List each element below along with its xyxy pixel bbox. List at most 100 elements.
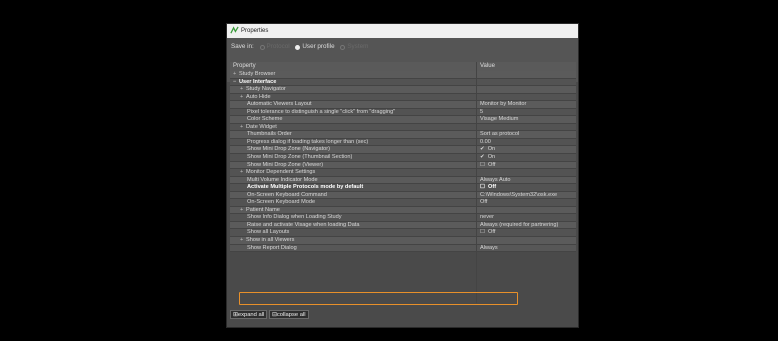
property-name: Raise and activate Visage when loading D… [247, 222, 359, 230]
property-row[interactable]: Activate Multiple Protocols mode by defa… [230, 184, 576, 192]
property-label: Study Browser [239, 71, 276, 77]
property-value[interactable]: Off [480, 199, 487, 207]
property-label: Show Info Dialog when Loading Study [247, 214, 342, 221]
property-name: + Study Browser [233, 71, 275, 79]
property-row[interactable]: Raise and activate Visage when loading D… [230, 221, 576, 230]
property-value[interactable]: ☐ Off [480, 184, 496, 192]
checkbox-unchecked-icon[interactable]: ☐ [480, 229, 485, 235]
property-row[interactable]: Progress dialog if loading takes longer … [230, 138, 576, 147]
property-row[interactable]: + Show in all Viewers [230, 237, 576, 245]
checkbox-unchecked-icon[interactable]: ☐ [480, 162, 485, 168]
property-value[interactable]: Visage Medium [480, 116, 518, 124]
column-divider[interactable] [476, 62, 477, 303]
checkbox-checked-icon[interactable]: ✔ [480, 154, 485, 160]
property-label: Show Mini Drop Zone (Navigator) [247, 146, 331, 153]
expand-all-button[interactable]: ⊞expand all [230, 310, 268, 319]
property-row[interactable]: On-Screen Keyboard Command C:\Windows\Sys… [230, 191, 576, 200]
property-row[interactable]: + Auto Hide [230, 93, 576, 102]
property-label: Study Navigator [246, 86, 286, 93]
property-row[interactable]: Automatic Viewers Layout Monitor by Monit… [230, 101, 576, 109]
property-name: Automatic Viewers Layout [247, 101, 312, 109]
property-value[interactable]: ☐ Off [480, 162, 495, 170]
property-label: Automatic Viewers Layout [247, 101, 312, 108]
value-text: Off [480, 199, 488, 206]
property-name: Show Report Dialog [247, 245, 297, 253]
value-text: Visage Medium [480, 116, 519, 123]
radio-user-profile[interactable] [295, 44, 301, 50]
value-text: never [480, 214, 494, 221]
property-row[interactable]: Show all Layouts ☐ Off [230, 229, 576, 238]
radio-user-profile-label[interactable]: User profile [302, 43, 334, 51]
property-label: Progress dialog if loading takes longer … [247, 138, 369, 145]
property-row[interactable]: + Patient Name [230, 206, 576, 215]
property-name: + Study Navigator [240, 86, 286, 94]
property-name: On-Screen Keyboard Command [247, 192, 327, 200]
property-name: Multi Volume Indicator Mode [247, 177, 318, 185]
title-bar[interactable]: Properties [227, 24, 578, 38]
property-value[interactable]: 0.00 [480, 139, 491, 147]
save-in-label: Save in: [231, 43, 254, 50]
property-value[interactable]: C:\Windows\System32\osk.exe [480, 192, 557, 200]
value-text: Always (required for partnering) [480, 221, 559, 228]
property-value[interactable]: ✔ On [480, 146, 495, 154]
property-label: Activate Multiple Protocols mode by defa… [247, 184, 364, 191]
property-value[interactable]: Sort as protocol [480, 131, 519, 139]
property-value[interactable]: ✔ On [480, 154, 495, 162]
radio-system [340, 44, 346, 50]
property-value[interactable]: Always [480, 245, 498, 253]
collapse-all-button[interactable]: ⊟collapse all [269, 310, 309, 319]
property-label: Patient Name [246, 206, 280, 213]
property-row[interactable]: Show Mini Drop Zone (Viewer) ☐ Off [230, 161, 576, 170]
grid-header: Property Value [230, 62, 576, 71]
column-value-header[interactable]: Value [480, 63, 495, 70]
checkbox-checked-icon[interactable]: ✔ [480, 146, 485, 152]
value-text: On [487, 146, 496, 153]
property-row[interactable]: − User Interface [230, 78, 576, 87]
property-name: + Monitor Dependent Settings [240, 169, 315, 177]
property-row[interactable]: + Monitor Dependent Settings [230, 169, 576, 177]
property-row[interactable]: Pixel tolerance to distinguish a single … [230, 108, 576, 117]
property-value[interactable]: ☐ Off [480, 229, 495, 237]
property-label: User Interface [239, 78, 277, 85]
property-label: Pixel tolerance to distinguish a single … [247, 108, 396, 115]
property-value[interactable]: Monitor by Monitor [480, 101, 526, 109]
value-text: Off [488, 161, 496, 168]
property-name: Show Mini Drop Zone (Navigator) [247, 146, 330, 154]
property-value[interactable]: never [480, 214, 494, 222]
property-row[interactable]: Show Mini Drop Zone (Thumbnail Section) ✔… [230, 154, 576, 162]
property-name: Show Mini Drop Zone (Thumbnail Section) [247, 154, 352, 162]
property-row[interactable]: + Study Navigator [230, 86, 576, 94]
property-row[interactable]: Color Scheme Visage Medium [230, 116, 576, 124]
value-text: Sort as protocol [480, 131, 520, 138]
property-name: + Show in all Viewers [240, 237, 294, 245]
radio-protocol [259, 44, 265, 50]
property-name: On-Screen Keyboard Mode [247, 199, 315, 207]
property-row[interactable]: + Study Browser [230, 71, 576, 79]
property-row[interactable]: Thumbnails Order Sort as protocol [230, 131, 576, 139]
property-name: Show Mini Drop Zone (Viewer) [247, 162, 323, 170]
property-row[interactable]: Multi Volume Indicator Mode Always Auto [230, 176, 576, 185]
property-label: Thumbnails Order [247, 131, 292, 138]
collapse-all-label: collapse all [276, 312, 306, 318]
column-property-header[interactable]: Property [233, 63, 256, 70]
property-label: Show in all Viewers [246, 237, 295, 244]
property-label: On-Screen Keyboard Mode [247, 199, 316, 206]
property-label: Color Scheme [247, 116, 283, 123]
property-name: Show Info Dialog when Loading Study [247, 214, 342, 222]
property-row[interactable]: On-Screen Keyboard Mode Off [230, 199, 576, 207]
property-row[interactable]: Show Info Dialog when Loading Study never [230, 214, 576, 222]
value-text: Off [488, 184, 497, 191]
value-text: Always [480, 244, 498, 251]
property-name: Progress dialog if loading takes longer … [247, 139, 368, 147]
property-name: Activate Multiple Protocols mode by defa… [247, 184, 363, 192]
value-text: Monitor by Monitor [480, 101, 527, 108]
property-row[interactable]: Show Mini Drop Zone (Navigator) ✔ On [230, 146, 576, 155]
property-value[interactable]: 5 [480, 109, 483, 117]
property-row-show-report-dialog[interactable]: Show Report Dialog Always [230, 244, 576, 253]
property-row[interactable]: + Date Widget [230, 123, 576, 132]
property-name: + Auto Hide [240, 94, 271, 102]
checkbox-unchecked-icon[interactable]: ☐ [480, 184, 485, 190]
properties-icon [230, 26, 239, 34]
property-label: Show Mini Drop Zone (Thumbnail Section) [247, 154, 353, 161]
property-label: On-Screen Keyboard Command [247, 191, 327, 198]
